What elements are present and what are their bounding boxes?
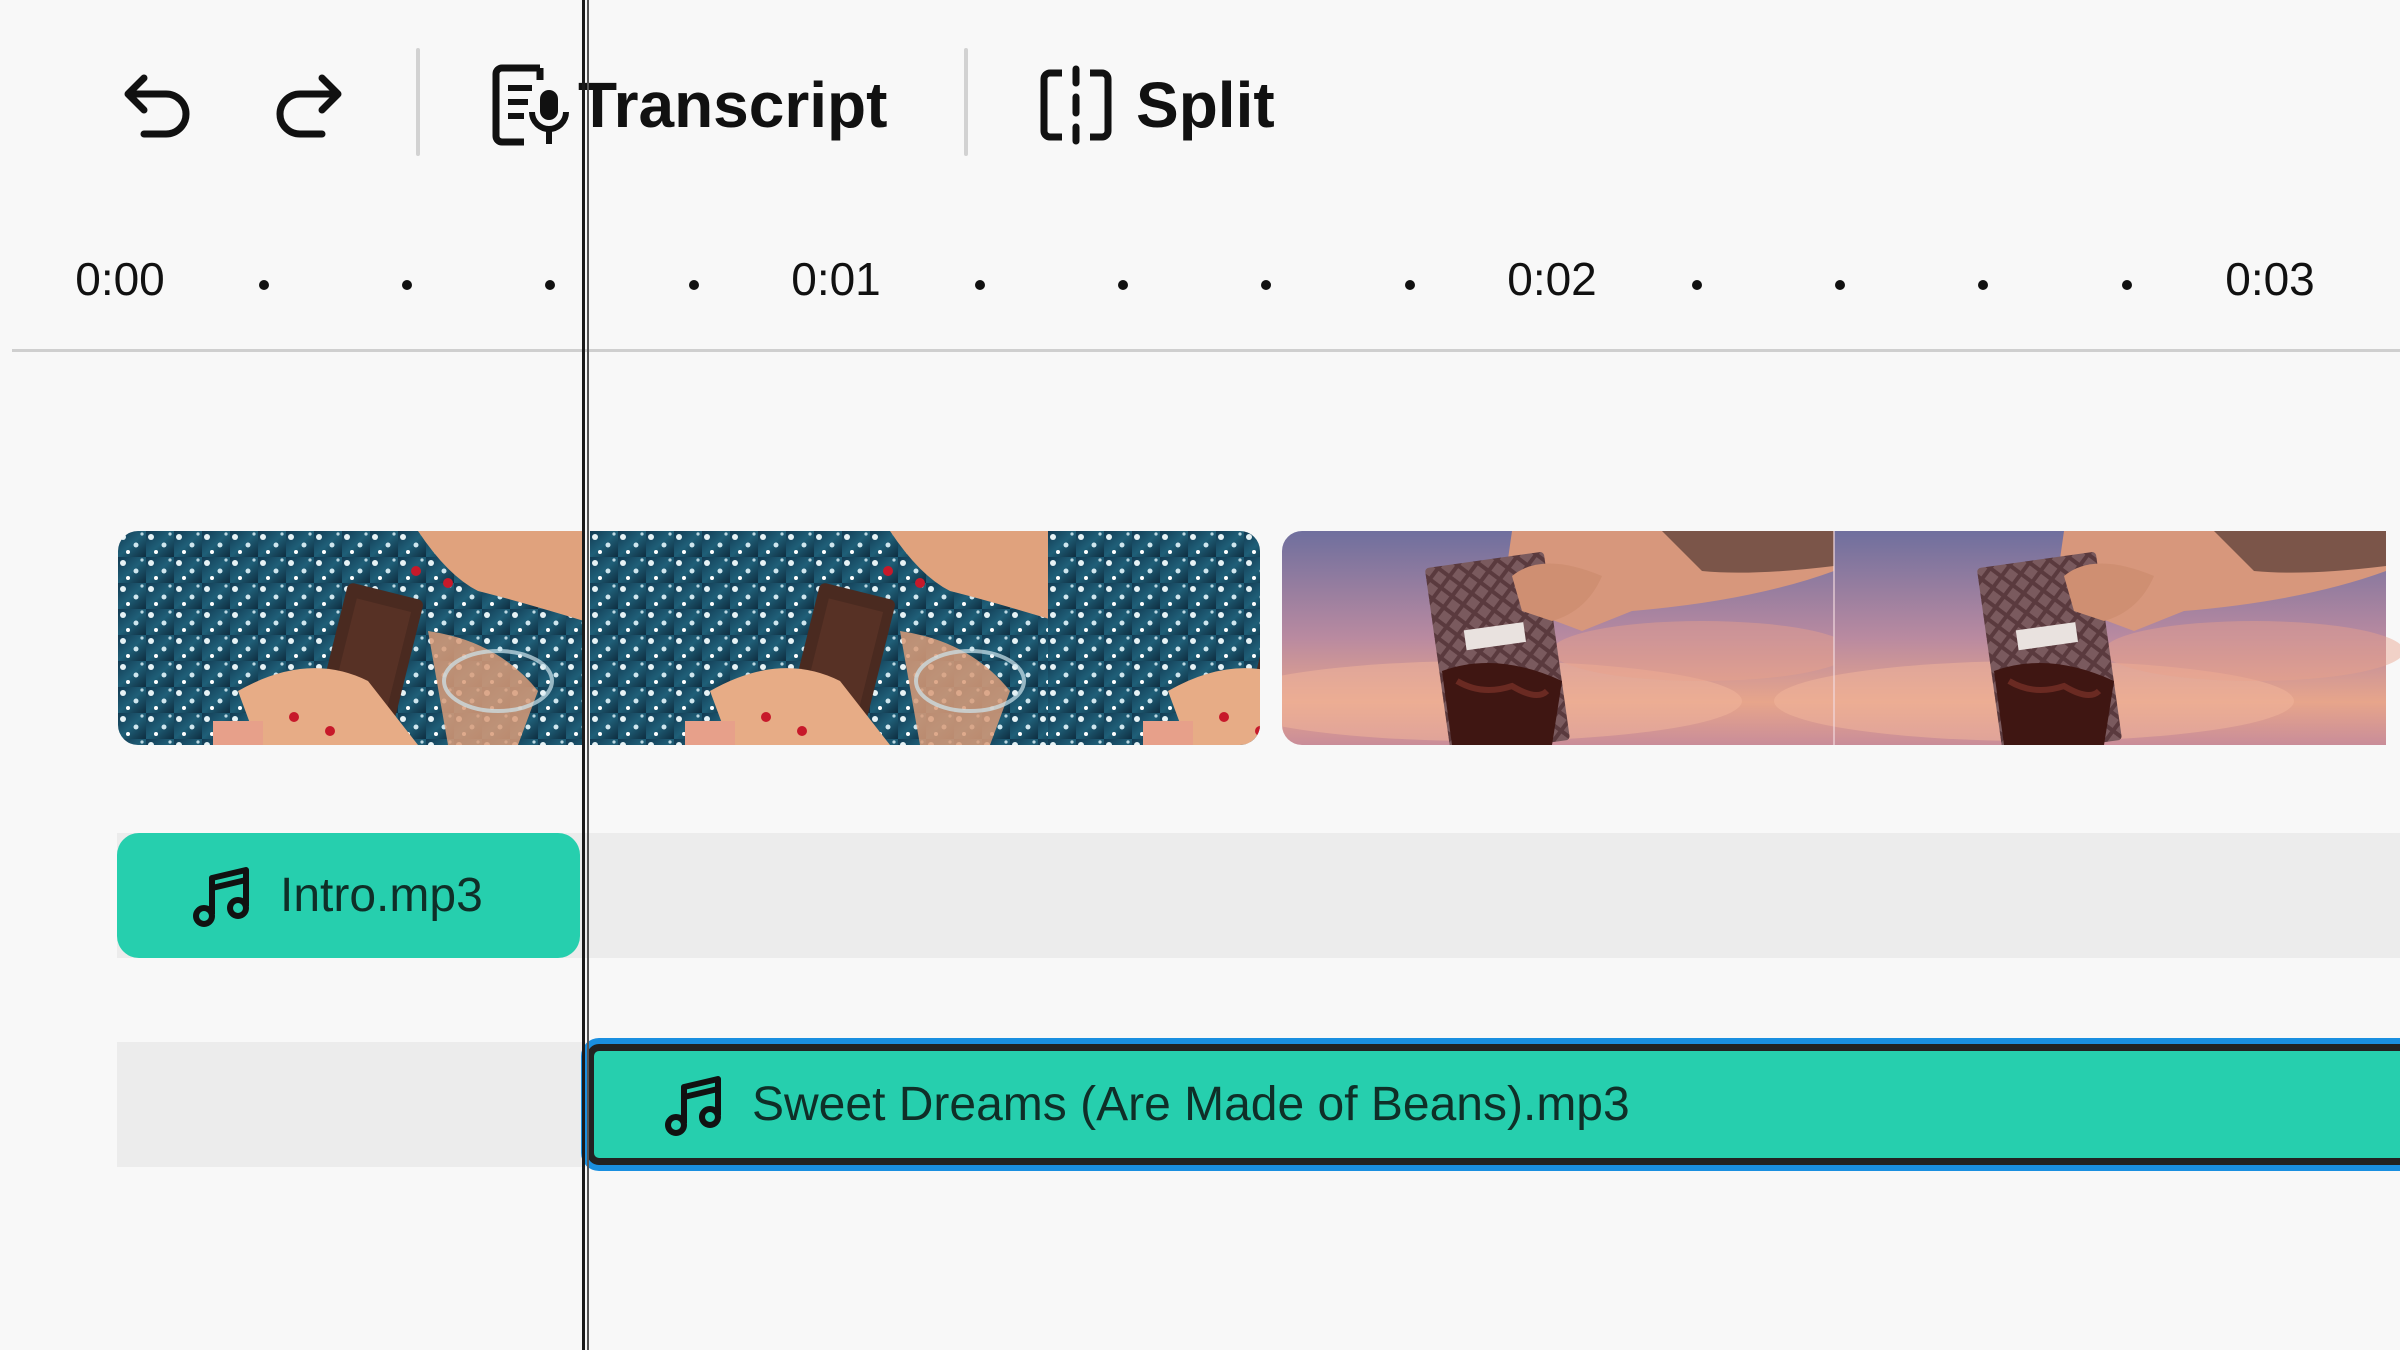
ruler-dot [2122,280,2132,290]
video-clip-sunset[interactable] [1282,531,2400,745]
sunset-thumbnails [1282,531,2400,745]
music-note-icon [665,1075,721,1136]
timeline-ruler[interactable]: 0:00 0:01 0:02 0:03 [0,230,2400,350]
transcript-label: Transcript [578,69,888,141]
music-note-icon [193,866,249,927]
audio-clip-sweet-dreams[interactable]: Sweet Dreams (Are Made of Beans).mp3 [587,1044,2400,1165]
playhead[interactable] [582,0,585,1350]
toolbar-divider [416,48,420,156]
ruler-dot [402,280,412,290]
undo-icon [124,74,190,138]
redo-icon [276,74,342,138]
ruler-baseline [12,349,2400,352]
ruler-dot [1405,280,1415,290]
time-label-0: 0:00 [75,253,165,305]
video-clip-jewels[interactable] [118,531,1260,745]
toolbar-divider [964,48,968,156]
redo-button[interactable] [268,62,348,142]
ruler-dot [689,280,699,290]
split-label: Split [1136,69,1275,141]
ruler-dot [975,280,985,290]
split-button[interactable]: Split [1036,60,1275,150]
jewels-thumbnails [118,531,1260,745]
audio-clip-intro[interactable]: Intro.mp3 [117,833,580,958]
ruler-dot [1261,280,1271,290]
ruler-dot [1978,280,1988,290]
transcript-icon [492,64,569,146]
time-label-2: 0:02 [1507,253,1597,305]
time-label-3: 0:03 [2225,253,2315,305]
playhead-edge [587,0,589,1350]
toolbar: Transcript Split [0,0,2400,210]
audio-clip-label: Intro.mp3 [280,869,483,922]
undo-button[interactable] [118,62,198,142]
time-label-1: 0:01 [791,253,881,305]
ruler-dot [1692,280,1702,290]
ruler-dot [1118,280,1128,290]
ruler-dot [259,280,269,290]
audio-clip-label: Sweet Dreams (Are Made of Beans).mp3 [752,1078,1630,1131]
transcript-button[interactable]: Transcript [488,60,887,150]
ruler-dot [545,280,555,290]
split-icon [1040,65,1112,145]
ruler-dot [1835,280,1845,290]
